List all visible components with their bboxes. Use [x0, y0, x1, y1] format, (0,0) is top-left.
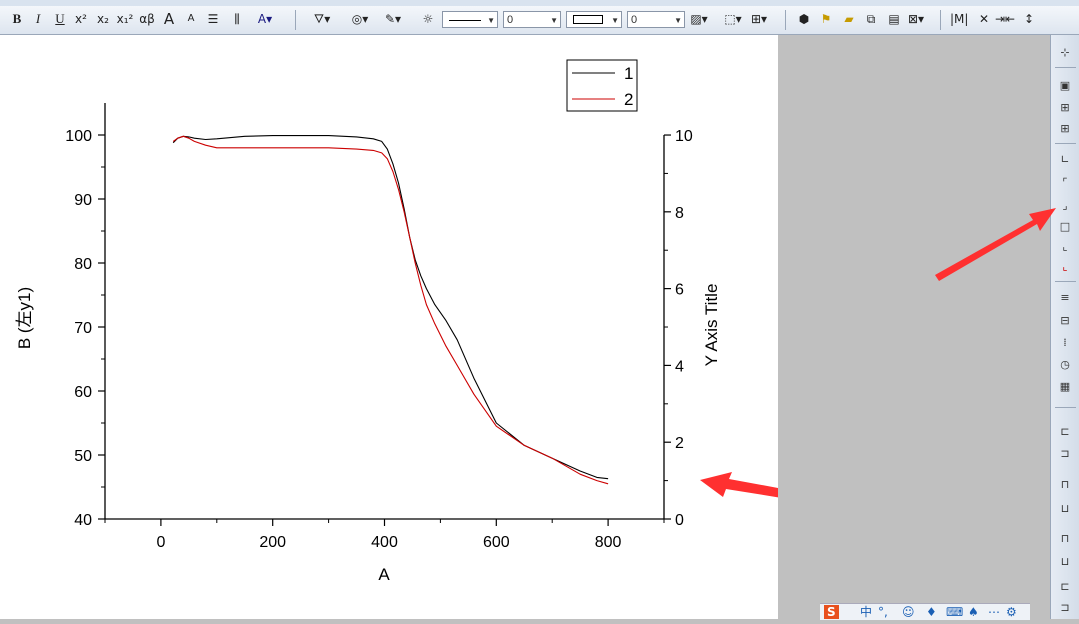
fill-color-icon[interactable]: 🜄▾ — [313, 9, 331, 29]
clock-icon[interactable]: ◷ — [1058, 358, 1072, 372]
axis-top-icon[interactable]: ⌜ — [1058, 176, 1072, 190]
x-axis-label[interactable]: A — [378, 565, 390, 584]
line-style-dropdown[interactable]: ▼ — [442, 11, 498, 28]
y-tick-label: 90 — [74, 192, 92, 209]
layer-grid2-icon[interactable]: ⊞ — [1058, 122, 1072, 136]
axis-right-icon[interactable]: ⌟ — [1058, 199, 1072, 213]
lines-icon[interactable]: ≡ — [1058, 291, 1072, 305]
keyboard-icon[interactable]: ⌨ — [946, 605, 963, 619]
y2-tick-label: 6 — [675, 282, 684, 299]
increase-font-button[interactable]: A — [160, 9, 178, 29]
y-tick-label: 40 — [74, 512, 92, 529]
arrange-icon[interactable]: ▤ — [885, 9, 903, 29]
layer-add-icon[interactable]: ▣ — [1058, 79, 1072, 93]
grid-icon[interactable]: ⊞▾ — [750, 9, 768, 29]
distribute2-icon[interactable]: ⊔ — [1058, 502, 1072, 516]
x-tick-label: 800 — [595, 534, 622, 551]
x-tick-label: 0 — [156, 534, 165, 551]
emoji-icon[interactable]: ☺ — [902, 605, 915, 619]
dots-icon[interactable]: ⁞ — [1058, 336, 1072, 350]
underline-button[interactable]: U — [51, 9, 69, 29]
series-line-1[interactable] — [172, 135, 609, 480]
axis-box-icon[interactable]: □ — [1058, 220, 1072, 234]
supsubscript-button[interactable]: x₁² — [116, 9, 134, 29]
superscript-button[interactable]: x² — [72, 9, 90, 29]
resize2-icon[interactable]: ⊐ — [1058, 601, 1072, 615]
annotation-arrow-toolbar — [935, 208, 1056, 281]
x-tick-label: 600 — [483, 534, 510, 551]
line-width-dropdown[interactable]: 0 ▼ — [503, 11, 561, 28]
cross-icon[interactable]: ✕ — [975, 9, 993, 29]
axis-offset-icon[interactable]: ⌞ — [1058, 240, 1072, 254]
expand-icon[interactable]: ↕ — [1020, 9, 1038, 29]
pointer-tool-icon[interactable]: ⊹ — [1058, 46, 1072, 60]
y2-axis-label[interactable]: Y Axis Title — [702, 284, 721, 367]
ime-logo-icon[interactable]: S — [824, 605, 839, 619]
compress-icon[interactable]: ⇥⇤ — [995, 9, 1015, 29]
align-icon[interactable]: ☰ — [204, 9, 222, 29]
punctuation-icon[interactable]: °, — [878, 605, 888, 619]
axis-break-icon[interactable]: ⌞ — [1058, 260, 1072, 274]
column-icon[interactable]: ⫼ — [228, 9, 246, 29]
stack-icon[interactable]: ⊓ — [1058, 532, 1072, 546]
legend[interactable]: 1 2 — [566, 59, 638, 112]
folder-icon[interactable]: ⚑ — [817, 9, 835, 29]
sheet-icon[interactable]: ▦ — [1058, 380, 1072, 394]
x-tick-label: 400 — [371, 534, 398, 551]
align-middle-icon[interactable]: ⊐ — [1058, 447, 1072, 461]
layer-grid-icon[interactable]: ⊞ — [1058, 101, 1072, 115]
axis-bottom-left-icon[interactable]: ∟ — [1058, 153, 1072, 167]
border-width-dropdown[interactable]: 0 ▼ — [627, 11, 685, 28]
legend-label-2: 2 — [624, 90, 633, 109]
line-color-icon[interactable]: ✎▾ — [384, 9, 402, 29]
y-tick-label: 70 — [74, 320, 92, 337]
border-icon[interactable]: ⬚▾ — [724, 9, 742, 29]
legend-label-1: 1 — [624, 64, 633, 83]
stack2-icon[interactable]: ⊔ — [1058, 555, 1072, 569]
bold-button[interactable]: B — [8, 9, 26, 29]
y-tick-label: 80 — [74, 256, 92, 273]
greek-button[interactable]: αβ — [138, 9, 156, 29]
table-icon[interactable]: ⊟ — [1058, 314, 1072, 328]
ime-mode[interactable]: 中 — [860, 605, 872, 619]
y-tick-label: 50 — [74, 448, 92, 465]
menu-icon[interactable]: ⋯ — [988, 605, 1000, 619]
chart-svg: 0 200 400 600 800 40 50 60 70 80 90 100 0 2 4 6 8 10 A B … — [15, 59, 860, 584]
y2-tick-label: 10 — [675, 128, 693, 145]
x-tick-label: 200 — [259, 534, 286, 551]
subscript-button[interactable]: x₂ — [94, 9, 112, 29]
bar-icon[interactable]: |M| — [950, 9, 968, 29]
series-line-2[interactable] — [172, 135, 609, 485]
pattern-icon[interactable]: ◎▾ — [351, 9, 369, 29]
italic-button[interactable]: I — [29, 9, 47, 29]
y-tick-label: 60 — [74, 384, 92, 401]
y2-tick-label: 4 — [675, 358, 684, 375]
font-color-icon[interactable]: A▾ — [256, 9, 274, 29]
brightness-icon[interactable]: ☼ — [419, 9, 437, 29]
y-tick-label: 100 — [65, 128, 92, 145]
layer-icon[interactable]: ⧉ — [862, 9, 880, 29]
y2-tick-label: 8 — [675, 205, 684, 222]
hatch-icon[interactable]: ▨▾ — [690, 9, 708, 29]
skin-icon[interactable]: ♠ — [968, 605, 979, 619]
object-toolbar: ⊹ ▣ ⊞ ⊞ ∟ ⌜ ⌟ □ ⌞ ⌞ ≡ ⊟ ⁞ ◷ ▦ ⊏ ⊐ ⊓ ⊔ ⊓ … — [1050, 35, 1079, 619]
align-top-icon[interactable]: ⊏ — [1058, 425, 1072, 439]
y-axis-label[interactable]: B (左y1) — [15, 287, 34, 349]
y2-tick-label: 2 — [675, 435, 684, 452]
ime-toolbar: S 中 °, ☺ ♦ ⌨ ♠ ⋯ ⚙ — [820, 603, 1030, 620]
format-toolbar: B I U x² x₂ x₁² αβ A A ☰ ⫼ A▾ 🜄▾ ◎▾ ✎▾ ☼… — [0, 6, 1079, 35]
graph-page: 0 200 400 600 800 40 50 60 70 80 90 100 0 2 4 6 8 10 A B … — [0, 35, 860, 619]
delete-layer-icon[interactable]: ⊠▾ — [907, 9, 925, 29]
decrease-font-button[interactable]: A — [182, 9, 200, 29]
group-icon[interactable]: ⬢ — [795, 9, 813, 29]
tools-icon[interactable]: ⚙ — [1006, 605, 1017, 619]
annotation-arrow-right-axis — [700, 472, 860, 510]
border-style-dropdown[interactable]: ▼ — [566, 11, 622, 28]
distribute-icon[interactable]: ⊓ — [1058, 478, 1072, 492]
mic-icon[interactable]: ♦ — [926, 605, 937, 619]
resize-icon[interactable]: ⊏ — [1058, 580, 1072, 594]
open-icon[interactable]: ▰ — [840, 9, 858, 29]
y2-tick-label: 0 — [675, 512, 684, 529]
